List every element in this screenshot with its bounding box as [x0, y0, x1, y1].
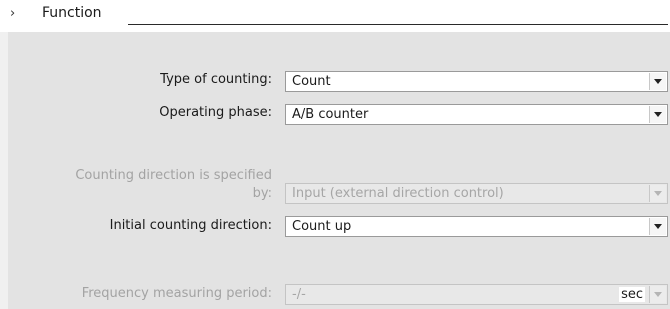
operating-phase-dropdown[interactable]: A/B counter [285, 104, 668, 125]
counting-direction-source-label: Counting direction is specified [75, 168, 272, 183]
chevron-down-icon[interactable] [649, 218, 666, 235]
chevron-down-icon [649, 185, 666, 202]
operating-phase-label: Operating phase: [159, 105, 272, 120]
chevron-down-icon[interactable] [649, 106, 666, 123]
initial-counting-direction-label: Initial counting direction: [109, 218, 272, 233]
chevron-down-icon[interactable] [649, 73, 666, 90]
frequency-measuring-period-label: Frequency measuring period: [81, 286, 272, 301]
counting-direction-source-value: Input (external direction control) [292, 186, 504, 201]
section-title: Function [42, 5, 102, 21]
section-divider [128, 24, 668, 25]
type-of-counting-value: Count [292, 74, 331, 89]
counting-direction-source-dropdown: Input (external direction control) [285, 183, 668, 204]
chevron-right-icon[interactable]: › [10, 6, 15, 21]
type-of-counting-dropdown[interactable]: Count [285, 71, 668, 92]
type-of-counting-label: Type of counting: [160, 72, 272, 87]
initial-counting-direction-dropdown[interactable]: Count up [285, 216, 668, 237]
frequency-measuring-period-value: -/- [292, 287, 306, 302]
chevron-down-icon [649, 286, 666, 303]
frequency-unit-label: sec [619, 287, 645, 302]
section-header[interactable]: › Function [0, 0, 670, 32]
operating-phase-value: A/B counter [292, 107, 369, 122]
counting-direction-source-label-cont: by: [252, 186, 272, 201]
frequency-measuring-period-field: -/- sec [285, 284, 668, 305]
initial-counting-direction-value: Count up [292, 219, 352, 234]
